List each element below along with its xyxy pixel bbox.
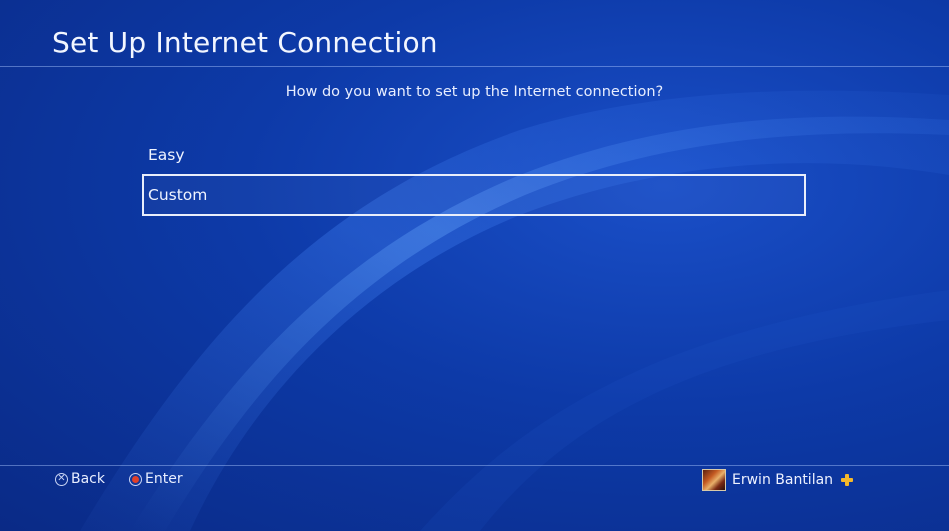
footer-divider: [0, 465, 949, 466]
option-easy[interactable]: Easy: [142, 134, 806, 176]
user-profile[interactable]: Erwin Bantilan: [702, 469, 854, 491]
avatar: [702, 469, 726, 491]
option-easy-label: Easy: [148, 146, 185, 164]
circle-button-icon: [129, 472, 142, 486]
header-divider: [0, 66, 949, 67]
option-custom[interactable]: Custom: [142, 174, 806, 216]
playstation-plus-icon: [841, 474, 854, 486]
back-button[interactable]: ✕ Back: [55, 471, 105, 487]
back-label: Back: [71, 471, 105, 487]
setup-question: How do you want to set up the Internet c…: [285, 84, 664, 100]
user-name: Erwin Bantilan: [732, 472, 834, 488]
page-title: Set Up Internet Connection: [52, 26, 438, 59]
background-wave: [80, 90, 949, 531]
enter-button[interactable]: Enter: [129, 471, 183, 487]
enter-label: Enter: [145, 471, 183, 487]
option-custom-label: Custom: [148, 186, 208, 204]
cross-button-icon: ✕: [55, 472, 68, 486]
